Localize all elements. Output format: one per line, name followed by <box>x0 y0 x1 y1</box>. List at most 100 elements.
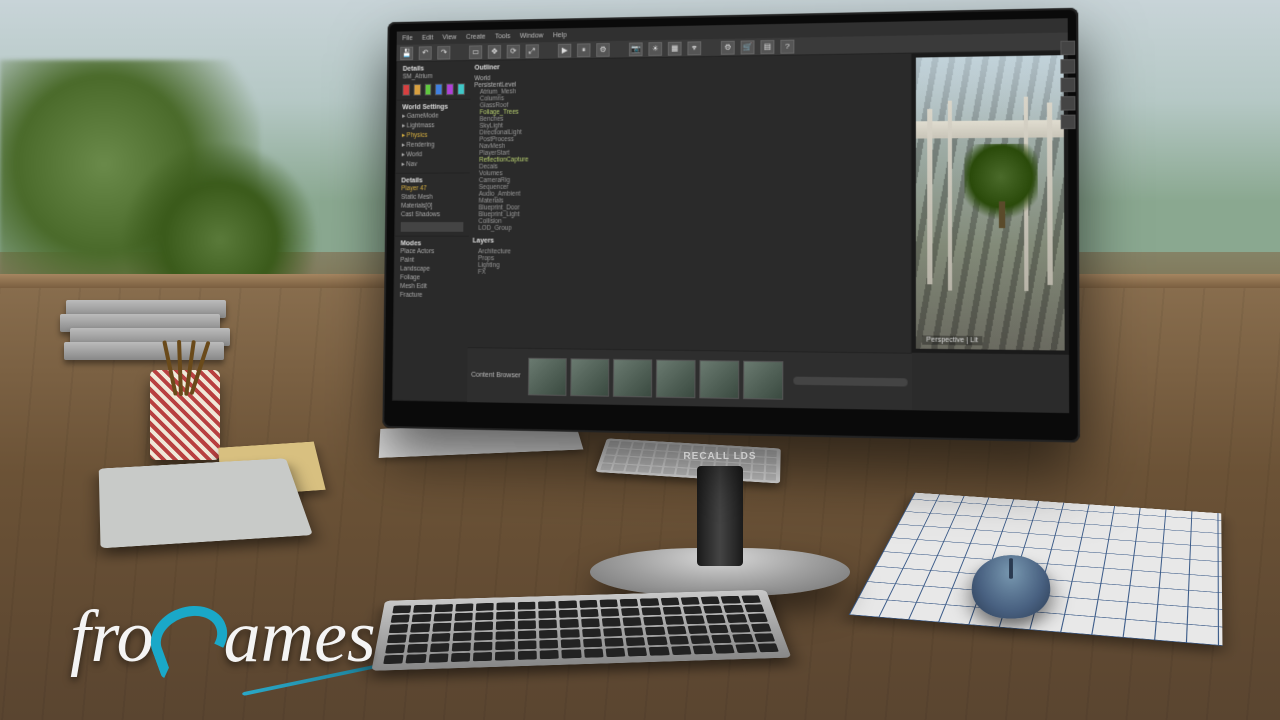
monitor-bezel: File Edit View Create Tools Window Help … <box>382 8 1080 443</box>
drawing-tablet <box>99 458 313 548</box>
menu-file[interactable]: File <box>402 35 413 42</box>
content-browser[interactable]: Content Browser <box>467 347 912 410</box>
color-swatch[interactable] <box>435 84 442 96</box>
scene-column <box>948 101 953 291</box>
viewport-mode-label[interactable]: Perspective | Lit <box>922 335 982 345</box>
move-icon[interactable]: ✥ <box>488 44 501 58</box>
menu-view[interactable]: View <box>442 34 456 41</box>
history-icon[interactable] <box>1061 78 1076 93</box>
light-icon[interactable]: ☀ <box>648 42 662 56</box>
outliner-item[interactable]: LOD_Group <box>473 225 907 232</box>
stats-icon[interactable] <box>1061 96 1076 111</box>
select-icon[interactable]: ▭ <box>469 45 482 59</box>
camera-icon[interactable]: 📷 <box>629 42 643 56</box>
save-icon[interactable]: 💾 <box>400 46 413 60</box>
details2-target: Player 47 <box>401 184 464 193</box>
details-row[interactable]: Cast Shadows <box>401 210 464 219</box>
details-target: SM_Atrium <box>403 72 465 82</box>
viewport-container: Perspective | Lit <box>912 51 1069 355</box>
world-settings-item[interactable]: ▸ World <box>402 149 465 159</box>
color-swatches[interactable] <box>402 83 465 95</box>
frogames-logo: fro ames <box>70 595 376 680</box>
details-row[interactable]: Materials[0] <box>401 202 464 211</box>
profiler-icon[interactable] <box>1061 115 1076 130</box>
outliner-tree[interactable]: WorldPersistentLevelAtrium_MeshColumnsGl… <box>473 69 907 232</box>
color-swatch[interactable] <box>424 84 431 96</box>
help-icon[interactable]: ? <box>780 39 794 53</box>
menu-window[interactable]: Window <box>520 32 544 39</box>
mode-item[interactable]: Mesh Edit <box>400 282 463 291</box>
asset-thumbnail[interactable] <box>528 357 567 395</box>
monitor: File Edit View Create Tools Window Help … <box>370 14 1070 434</box>
monitor-stand <box>697 466 743 566</box>
build-icon[interactable]: ⚙ <box>596 42 610 56</box>
settings-icon[interactable]: ⚙ <box>721 40 735 54</box>
asset-thumbnail[interactable] <box>613 358 652 397</box>
world-settings-list[interactable]: ▸ GameMode▸ Lightmass▸ Physics▸ Renderin… <box>402 110 465 169</box>
scene-beam <box>916 120 1064 139</box>
world-settings-panel[interactable]: World Settings ▸ GameMode▸ Lightmass▸ Ph… <box>396 100 471 174</box>
rotate-icon[interactable]: ⟳ <box>507 44 520 58</box>
details2-panel[interactable]: Details Player 47 Static MeshMaterials[0… <box>395 173 469 236</box>
layers-icon[interactable] <box>1060 59 1075 74</box>
layers-title: Layers <box>473 238 907 246</box>
monitor-brand-label: RECALL LDS <box>683 451 756 462</box>
viewport-3d[interactable]: Perspective | Lit <box>916 55 1065 350</box>
menu-edit[interactable]: Edit <box>422 34 433 41</box>
color-swatch[interactable] <box>457 83 464 95</box>
mouse <box>970 555 1053 618</box>
scene-column <box>928 109 933 284</box>
mode-item[interactable]: Landscape <box>400 265 463 274</box>
layer-item[interactable]: FX <box>472 269 906 278</box>
scene-tree <box>964 144 1037 226</box>
menu-create[interactable]: Create <box>466 33 486 40</box>
marketplace-icon[interactable]: 🛒 <box>741 40 755 54</box>
logo-swirl-icon <box>146 603 232 673</box>
source-icon[interactable]: ▤ <box>760 39 774 53</box>
menu-help[interactable]: Help <box>553 32 567 39</box>
logo-text-2: ames <box>224 595 376 680</box>
outliner-panel[interactable]: Outliner WorldPersistentLevelAtrium_Mesh… <box>468 54 912 353</box>
layers-list[interactable]: ArchitecturePropsLightingFX <box>472 248 906 278</box>
modes-panel[interactable]: Modes Place ActorsPaintLandscapeFoliageM… <box>393 237 469 403</box>
color-swatch[interactable] <box>413 84 420 96</box>
mode-item[interactable]: Paint <box>400 256 463 265</box>
mode-item[interactable]: Foliage <box>400 273 463 282</box>
pause-icon[interactable]: ⏸ <box>577 43 591 57</box>
asset-thumbnails[interactable] <box>528 357 783 399</box>
color-swatch[interactable] <box>402 84 409 96</box>
grid-icon[interactable]: ▦ <box>668 41 682 55</box>
mode-item[interactable]: Fracture <box>400 291 463 300</box>
color-swatch[interactable] <box>446 83 453 95</box>
redo-icon[interactable]: ↷ <box>437 45 450 59</box>
layout-icon[interactable] <box>1060 41 1075 56</box>
asset-thumbnail[interactable] <box>656 359 696 398</box>
mode-item[interactable]: Place Actors <box>400 247 463 256</box>
scene-column <box>1047 102 1053 285</box>
world-settings-item[interactable]: ▸ Physics <box>402 130 465 140</box>
right-side-panel: Details SM_Atrium World Settings ▸ GameM… <box>392 61 471 402</box>
undo-icon[interactable]: ↶ <box>419 46 432 60</box>
asset-thumbnail[interactable] <box>570 358 609 396</box>
world-settings-item[interactable]: ▸ Nav <box>402 159 465 169</box>
world-settings-item[interactable]: ▸ Rendering <box>402 139 465 149</box>
details-panel[interactable]: Details SM_Atrium <box>397 61 471 101</box>
details-row[interactable]: Static Mesh <box>401 193 464 202</box>
menu-tools[interactable]: Tools <box>495 33 510 40</box>
details-input[interactable] <box>401 222 464 232</box>
keyboard <box>371 590 791 671</box>
timeline-scrub[interactable] <box>793 376 907 386</box>
snap-icon[interactable]: ⌖ <box>687 41 701 55</box>
right-icon-strip <box>1060 41 1075 130</box>
editor-screen: File Edit View Create Tools Window Help … <box>392 18 1069 413</box>
asset-thumbnail[interactable] <box>743 360 783 399</box>
logo-text-1: fro <box>70 595 154 680</box>
outliner-item[interactable]: Collision <box>473 218 907 225</box>
content-browser-label: Content Browser <box>471 372 521 380</box>
world-settings-item[interactable]: ▸ Lightmass <box>402 120 465 130</box>
scale-icon[interactable]: ⤢ <box>526 44 539 58</box>
asset-thumbnail[interactable] <box>699 360 739 399</box>
scene-root: File Edit View Create Tools Window Help … <box>0 0 1280 720</box>
pencil-cup <box>150 370 220 460</box>
play-icon[interactable]: ▶ <box>558 43 571 57</box>
